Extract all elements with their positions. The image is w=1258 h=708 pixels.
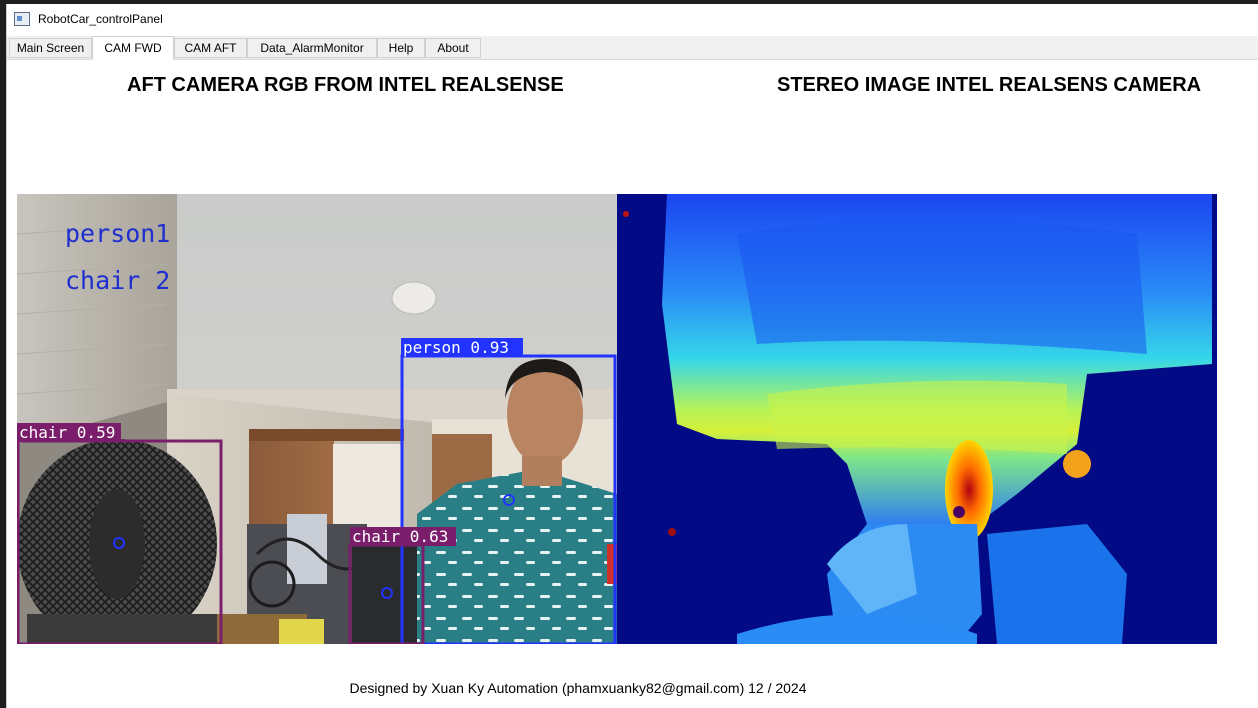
person-detection-label: person 0.93	[403, 338, 509, 357]
tab-cam-aft[interactable]: CAM AFT	[174, 38, 247, 58]
tab-cam-fwd[interactable]: CAM FWD	[92, 36, 174, 60]
footer-credit: Designed by Xuan Ky Automation (phamxuan…	[349, 680, 807, 696]
app-window-icon	[14, 12, 30, 26]
app-window: RobotCar_controlPanel Main Screen CAM FW…	[6, 4, 1258, 708]
chair-count-label: chair 2	[65, 266, 170, 295]
chair-detection-label-2: chair 0.63	[352, 527, 448, 546]
tab-data-alarm-monitor[interactable]: Data_AlarmMonitor	[247, 38, 377, 58]
tab-about[interactable]: About	[425, 38, 481, 58]
tab-main-screen[interactable]: Main Screen	[9, 38, 92, 58]
depth-camera-view	[617, 194, 1217, 644]
window-title: RobotCar_controlPanel	[38, 12, 163, 26]
left-camera-heading: AFT CAMERA RGB FROM INTEL REALSENSE	[127, 74, 564, 96]
tab-help[interactable]: Help	[377, 38, 425, 58]
rgb-camera-view: person1 chair 2 person 0.93 chair 0.59 c…	[17, 194, 617, 644]
chair-detection-label-1: chair 0.59	[19, 423, 115, 442]
tab-bar: Main Screen CAM FWD CAM AFT Data_AlarmMo…	[7, 36, 1258, 60]
person-count-label: person1	[65, 219, 170, 248]
title-bar[interactable]: RobotCar_controlPanel	[7, 4, 1258, 34]
right-camera-heading: STEREO IMAGE INTEL REALSENS CAMERA	[777, 74, 1202, 96]
